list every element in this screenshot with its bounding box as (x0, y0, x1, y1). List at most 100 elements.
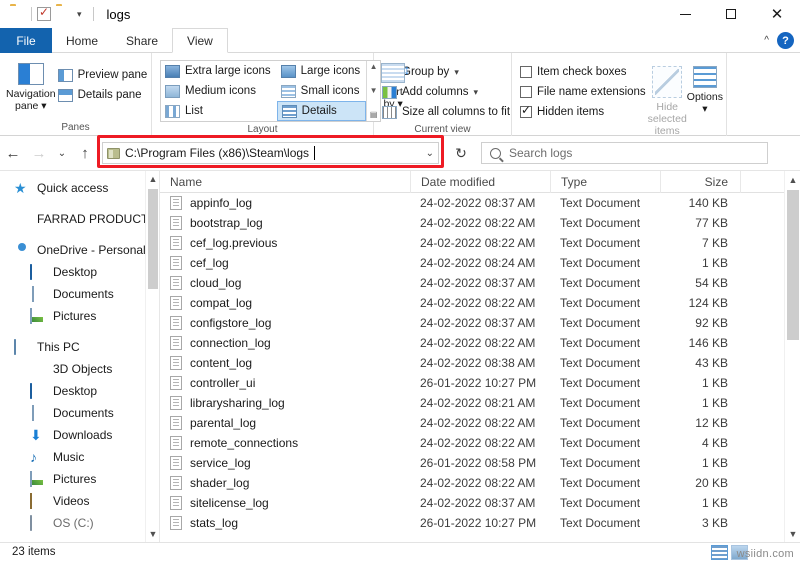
details-pane-button[interactable]: Details pane (56, 85, 150, 105)
tab-file[interactable]: File (0, 28, 52, 53)
sidebar-item-documents[interactable]: Documents (0, 402, 159, 424)
file-name-extensions-checkbox[interactable] (520, 86, 532, 98)
address-bar[interactable]: C:\Program Files (x86)\Steam\logs ⌄ (102, 142, 439, 164)
maximize-button[interactable] (708, 0, 754, 28)
file-scroll-thumb[interactable] (787, 190, 799, 340)
navigation-pane-button[interactable]: Navigation pane ▾ (6, 59, 56, 112)
file-list-scrollbar[interactable]: ▲ ▼ (784, 171, 800, 542)
sidebar-item-quick-access[interactable]: ★ Quick access (0, 177, 159, 199)
table-row[interactable]: cef_log 24-02-2022 08:24 AM Text Documen… (160, 253, 784, 273)
table-row[interactable]: configstore_log 24-02-2022 08:37 AM Text… (160, 313, 784, 333)
refresh-button[interactable]: ↻ (447, 140, 475, 166)
sidebar-item-onedrive-documents[interactable]: Documents (0, 283, 159, 305)
table-row[interactable]: compat_log 24-02-2022 08:22 AM Text Docu… (160, 293, 784, 313)
hide-selected-items-button[interactable]: Hide selected items (648, 62, 687, 137)
sidebar-item-this-pc[interactable]: This PC (0, 336, 159, 358)
layout-gallery[interactable]: Extra large icons Medium icons List Larg… (160, 60, 382, 122)
properties-checkbox-icon[interactable] (37, 5, 51, 21)
column-header-type[interactable]: Type (550, 171, 660, 193)
item-check-boxes-label: Item check boxes (537, 66, 627, 78)
add-columns-button[interactable]: Add columns ▾ (380, 82, 480, 102)
file-type-cell: Text Document (560, 256, 641, 270)
recent-locations-button[interactable]: ⌄ (52, 140, 72, 166)
column-header-name[interactable]: Name ^ (160, 171, 410, 193)
nav-scroll-up-icon[interactable]: ▲ (146, 171, 159, 187)
file-size-cell: 1 KB (701, 456, 728, 470)
forward-button[interactable]: → (26, 140, 52, 166)
table-row[interactable]: content_log 24-02-2022 08:38 AM Text Doc… (160, 353, 784, 373)
nav-scroll-down-icon[interactable]: ▼ (146, 526, 159, 542)
up-button[interactable]: ↑ (72, 140, 98, 166)
details-view-icon[interactable] (711, 545, 728, 560)
item-check-boxes-checkbox[interactable] (520, 66, 532, 78)
layout-medium-icons[interactable]: Medium icons (161, 81, 277, 101)
size-all-columns-button[interactable]: Size all columns to fit (380, 102, 512, 122)
collapse-ribbon-icon[interactable]: ^ (764, 35, 769, 46)
hidden-items-option[interactable]: Hidden items (518, 102, 648, 122)
file-name-extensions-option[interactable]: File name extensions (518, 82, 648, 102)
chevron-down-icon[interactable]: ▾ (473, 87, 478, 97)
table-row[interactable]: service_log 26-01-2022 08:58 PM Text Doc… (160, 453, 784, 473)
table-row[interactable]: parental_log 24-02-2022 08:22 AM Text Do… (160, 413, 784, 433)
file-size-cell: 140 KB (688, 196, 728, 210)
folder-icon[interactable] (10, 6, 26, 22)
preview-pane-button[interactable]: Preview pane (56, 65, 150, 85)
file-scroll-up-icon[interactable]: ▲ (785, 171, 800, 188)
quick-access-toolbar: ▾ logs (0, 0, 130, 28)
table-row[interactable]: connection_log 24-02-2022 08:22 AM Text … (160, 333, 784, 353)
tab-share[interactable]: Share (112, 28, 172, 53)
sidebar-item-downloads[interactable]: ⬇ Downloads (0, 424, 159, 446)
tab-view[interactable]: View (172, 28, 228, 53)
options-button[interactable]: Options ▾ (687, 62, 723, 115)
sidebar-item-onedrive-personal[interactable]: OneDrive - Personal (0, 239, 159, 261)
sidebar-item-pictures[interactable]: Pictures (0, 468, 159, 490)
table-row[interactable]: controller_ui 26-01-2022 10:27 PM Text D… (160, 373, 784, 393)
column-header-size[interactable]: Size (660, 171, 740, 193)
sidebar-item-desktop[interactable]: Desktop (0, 380, 159, 402)
table-row[interactable]: librarysharing_log 24-02-2022 08:21 AM T… (160, 393, 784, 413)
layout-list[interactable]: List (161, 101, 277, 121)
layout-extra-large-icons[interactable]: Extra large icons (161, 61, 277, 81)
new-folder-icon[interactable] (56, 6, 72, 22)
table-row[interactable]: shader_log 24-02-2022 08:22 AM Text Docu… (160, 473, 784, 493)
close-button[interactable]: ✕ (754, 0, 800, 28)
sidebar-item-3d-objects[interactable]: 3D Objects (0, 358, 159, 380)
sidebar-item-os-c[interactable]: OS (C:) (0, 512, 159, 534)
documents-icon (30, 285, 46, 302)
column-header-date-modified[interactable]: Date modified (410, 171, 550, 193)
address-dropdown-icon[interactable]: ⌄ (426, 148, 434, 159)
sidebar-item-onedrive-pictures[interactable]: Pictures (0, 305, 159, 327)
table-row[interactable]: cef_log.previous 24-02-2022 08:22 AM Tex… (160, 233, 784, 253)
nav-scroll-thumb[interactable] (148, 189, 158, 289)
table-row[interactable]: cloud_log 24-02-2022 08:37 AM Text Docum… (160, 273, 784, 293)
layout-label: Extra large icons (185, 65, 271, 77)
minimize-button[interactable] (662, 0, 708, 28)
search-box[interactable]: Search logs (481, 142, 768, 164)
table-row[interactable]: bootstrap_log 24-02-2022 08:22 AM Text D… (160, 213, 784, 233)
back-button[interactable]: ← (0, 140, 26, 166)
item-check-boxes-option[interactable]: Item check boxes (518, 62, 648, 82)
sidebar-item-music[interactable]: ♪ Music (0, 446, 159, 468)
table-row[interactable]: sitelicense_log 24-02-2022 08:37 AM Text… (160, 493, 784, 513)
sidebar-item-farrad-production[interactable]: FARRAD PRODUCTION (0, 208, 159, 230)
layout-details[interactable]: Details (276, 101, 367, 121)
table-row[interactable]: remote_connections 24-02-2022 08:22 AM T… (160, 433, 784, 453)
file-scroll-down-icon[interactable]: ▼ (785, 525, 800, 542)
navigation-pane-label-1: Navigation (6, 88, 56, 100)
column-header-extra[interactable] (740, 171, 784, 193)
navigation-pane-scrollbar[interactable]: ▲ ▼ (145, 171, 159, 542)
chevron-down-icon[interactable]: ▾ (454, 67, 459, 77)
layout-large-icons[interactable]: Large icons (277, 61, 366, 81)
hidden-items-checkbox[interactable] (520, 103, 532, 118)
sidebar-item-videos[interactable]: Videos (0, 490, 159, 512)
layout-small-icons[interactable]: Small icons (277, 81, 366, 101)
help-icon[interactable]: ? (777, 32, 794, 49)
customize-caret-icon[interactable]: ▾ (77, 9, 82, 19)
file-date-cell: 24-02-2022 08:22 AM (420, 436, 536, 450)
tab-home[interactable]: Home (52, 28, 112, 53)
table-row[interactable]: stats_log 26-01-2022 10:27 PM Text Docum… (160, 513, 784, 533)
sidebar-item-label: Pictures (53, 472, 97, 486)
file-size-cell: 1 KB (701, 256, 728, 270)
table-row[interactable]: appinfo_log 24-02-2022 08:37 AM Text Doc… (160, 193, 784, 213)
sidebar-item-onedrive-desktop[interactable]: Desktop (0, 261, 159, 283)
